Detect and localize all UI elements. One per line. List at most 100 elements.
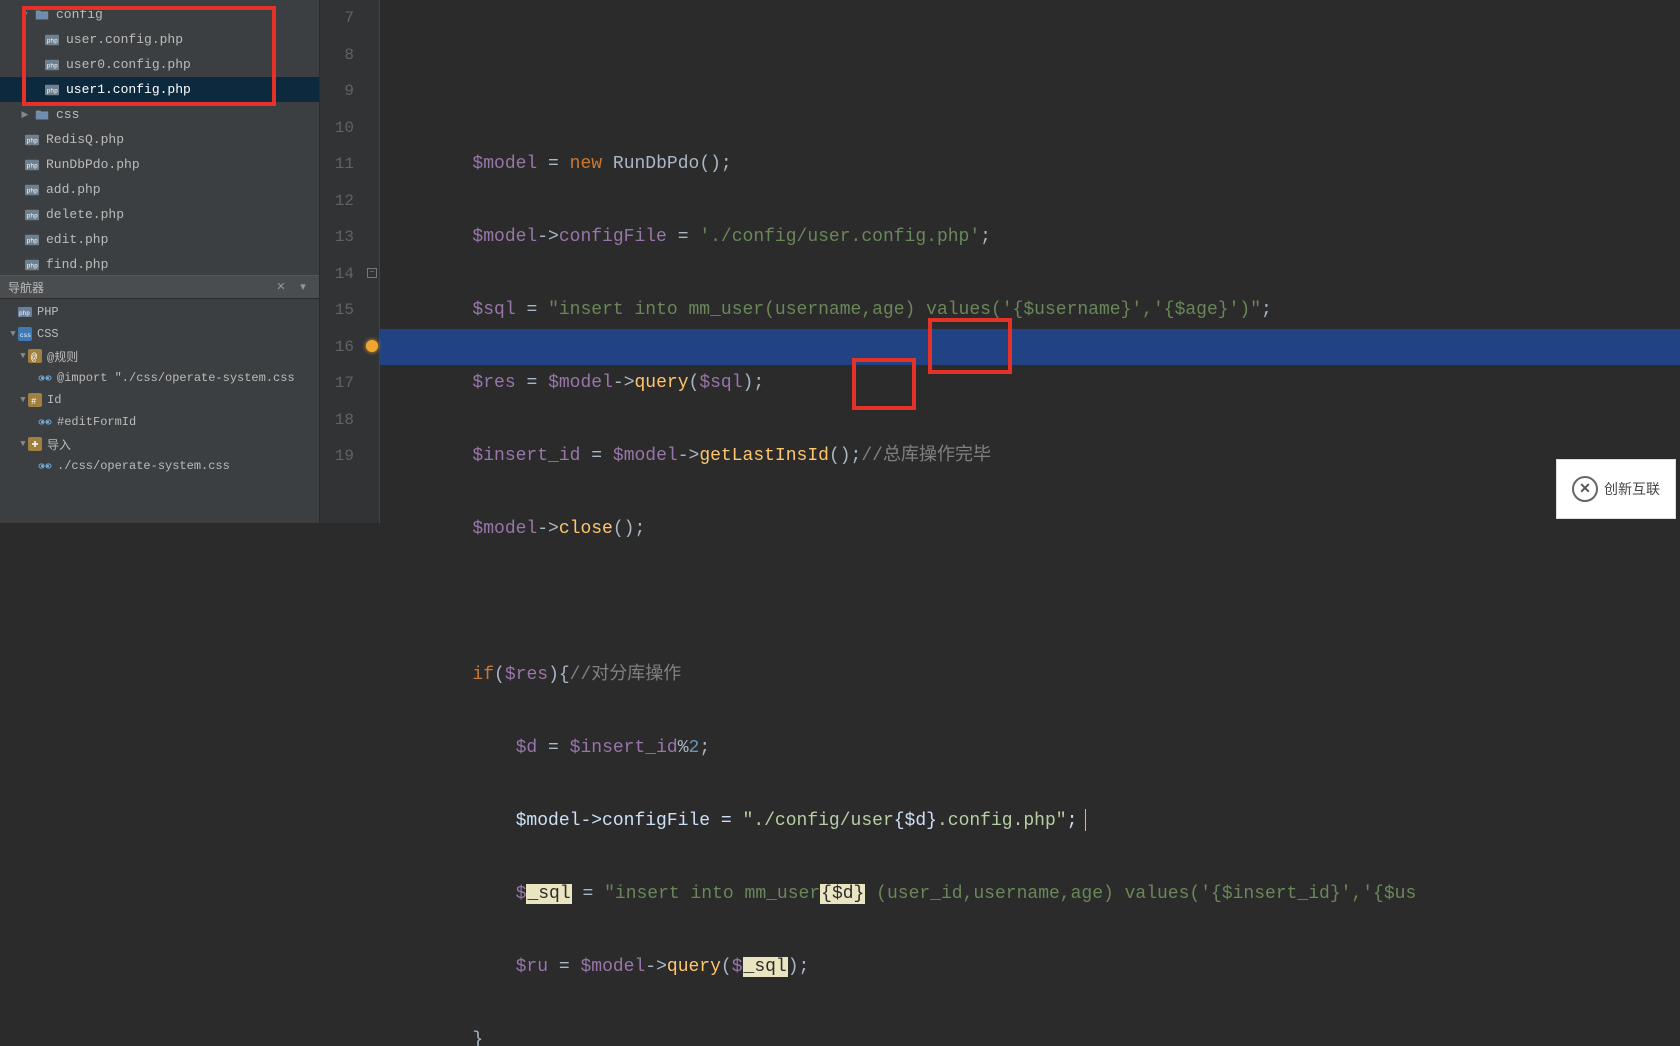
- svg-text:@: @: [31, 352, 37, 363]
- php-file-icon: php: [24, 207, 40, 223]
- nav-php[interactable]: php PHP: [0, 301, 319, 323]
- php-file-icon: php: [24, 157, 40, 173]
- folder-icon: [34, 107, 50, 123]
- highlight-d-var: {$d}: [820, 884, 865, 904]
- tree-label: delete.php: [46, 207, 124, 222]
- svg-text:#: #: [31, 397, 37, 407]
- nav-label: @import "./css/operate-system.css: [57, 371, 295, 385]
- line-number: 8: [320, 37, 354, 74]
- nav-import-file[interactable]: ./css/operate-system.css: [0, 455, 319, 477]
- tree-label: user1.config.php: [66, 82, 191, 97]
- lightbulb-icon[interactable]: [366, 340, 378, 352]
- tree-file-find[interactable]: php find.php: [0, 252, 319, 275]
- line-gutter: 7 8 9 10 11 12 13 14 15 16 17 18 19: [320, 0, 364, 523]
- php-file-icon: php: [24, 132, 40, 148]
- line-number: 15: [320, 292, 354, 329]
- logo-text: 创新互联: [1604, 479, 1660, 499]
- file-tree: ▼ config php user.config.php php user0.c…: [0, 0, 319, 275]
- nav-css[interactable]: ▼ css CSS: [0, 323, 319, 345]
- php-file-icon: php: [44, 82, 60, 98]
- line-number: 9: [320, 73, 354, 110]
- nav-label: PHP: [37, 305, 59, 319]
- active-line-highlight: [380, 329, 1680, 366]
- svg-text:php: php: [27, 187, 38, 194]
- line-number: 18: [320, 402, 354, 439]
- navigator-title: 导航器: [8, 279, 267, 296]
- svg-text:php: php: [27, 162, 38, 169]
- php-file-icon: php: [44, 32, 60, 48]
- tree-file-rundbpdo[interactable]: php RunDbPdo.php: [0, 152, 319, 177]
- tree-label: user.config.php: [66, 32, 183, 47]
- link-icon: [38, 415, 52, 429]
- tree-file-user-config[interactable]: php user.config.php: [0, 27, 319, 52]
- highlight-sql-var: _sql: [526, 884, 571, 904]
- nav-label: CSS: [37, 327, 59, 341]
- css-icon: css: [18, 327, 32, 341]
- svg-text:php: php: [27, 237, 38, 244]
- highlight-sql-var: _sql: [743, 957, 788, 977]
- import-icon: [28, 437, 42, 451]
- line-number: 7: [320, 0, 354, 37]
- line-number: 14: [320, 256, 354, 293]
- nav-label: @规则: [47, 348, 78, 365]
- php-file-icon: php: [24, 182, 40, 198]
- tree-label: edit.php: [46, 232, 108, 247]
- tree-folder-css[interactable]: ▶ css: [0, 102, 319, 127]
- nav-label: 导入: [47, 436, 71, 453]
- svg-text:php: php: [47, 87, 58, 94]
- nav-label: Id: [47, 393, 61, 407]
- svg-text:php: php: [27, 137, 38, 144]
- line-number: 17: [320, 365, 354, 402]
- tree-file-redisq[interactable]: php RedisQ.php: [0, 127, 319, 152]
- chevron-right-icon: ▶: [20, 110, 30, 120]
- chevron-down-icon: ▼: [20, 10, 30, 20]
- nav-editform[interactable]: #editFormId: [0, 411, 319, 433]
- navigator-tree: php PHP ▼ css CSS ▼ @ @规则 @import "./css…: [0, 299, 319, 523]
- nav-id[interactable]: ▼ # Id: [0, 389, 319, 411]
- svg-text:php: php: [27, 262, 38, 269]
- tree-label: RedisQ.php: [46, 132, 124, 147]
- line-number: 16: [320, 329, 354, 366]
- line-number: 11: [320, 146, 354, 183]
- nav-label: #editFormId: [57, 415, 136, 429]
- text-cursor: [1085, 809, 1086, 831]
- tree-file-add[interactable]: php add.php: [0, 177, 319, 202]
- tree-label: css: [56, 107, 79, 122]
- tree-file-edit[interactable]: php edit.php: [0, 227, 319, 252]
- folder-icon: [34, 7, 50, 23]
- watermark-logo: ✕ 创新互联: [1556, 459, 1676, 519]
- id-icon: #: [28, 393, 42, 407]
- svg-text:php: php: [27, 212, 38, 219]
- tree-file-user0-config[interactable]: php user0.config.php: [0, 52, 319, 77]
- line-number: 12: [320, 183, 354, 220]
- fold-column: −: [364, 0, 380, 523]
- tree-label: config: [56, 7, 103, 22]
- logo-icon: ✕: [1572, 476, 1598, 502]
- left-panel: ▼ config php user.config.php php user0.c…: [0, 0, 320, 523]
- tree-file-delete[interactable]: php delete.php: [0, 202, 319, 227]
- nav-import-group[interactable]: ▼ 导入: [0, 433, 319, 455]
- php-file-icon: php: [24, 232, 40, 248]
- tree-label: RunDbPdo.php: [46, 157, 140, 172]
- line-number: [320, 475, 354, 512]
- nav-import[interactable]: @import "./css/operate-system.css: [0, 367, 319, 389]
- navigator-header: 导航器 ✕ ▾: [0, 275, 319, 299]
- code-area[interactable]: $model = new RunDbPdo(); $model->configF…: [380, 0, 1680, 523]
- php-file-icon: php: [44, 57, 60, 73]
- fold-minus-icon[interactable]: −: [367, 268, 377, 278]
- collapse-icon[interactable]: ▾: [295, 279, 311, 295]
- tree-file-user1-config[interactable]: php user1.config.php: [0, 77, 319, 102]
- nav-rules[interactable]: ▼ @ @规则: [0, 345, 319, 367]
- tree-folder-config[interactable]: ▼ config: [0, 2, 319, 27]
- svg-text:css: css: [20, 332, 31, 339]
- close-icon[interactable]: ✕: [273, 279, 289, 295]
- line-number: 19: [320, 438, 354, 475]
- php-icon: php: [18, 305, 32, 319]
- svg-text:php: php: [19, 310, 30, 317]
- link-icon: [38, 459, 52, 473]
- link-icon: [38, 371, 52, 385]
- line-number: 10: [320, 110, 354, 147]
- svg-text:php: php: [47, 62, 58, 69]
- tree-label: add.php: [46, 182, 101, 197]
- code-editor[interactable]: 7 8 9 10 11 12 13 14 15 16 17 18 19 − $m…: [320, 0, 1680, 523]
